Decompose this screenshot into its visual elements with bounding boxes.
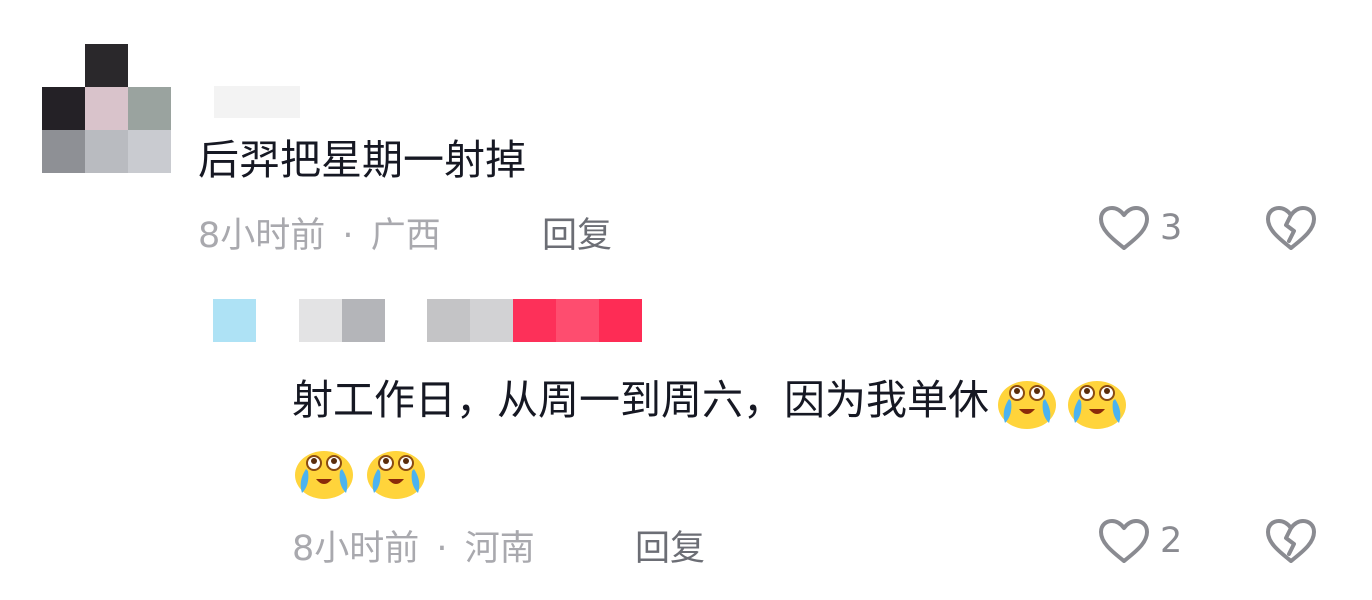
meta-separator: · — [436, 529, 448, 569]
like-count: 2 — [1160, 521, 1183, 561]
reply-avatar-blurred[interactable] — [213, 299, 256, 342]
dislike-button[interactable] — [1265, 205, 1317, 255]
like-count: 3 — [1160, 208, 1183, 248]
comment-meta: 8小时前 · 广西 — [198, 207, 441, 258]
comment-location: 广西 — [370, 216, 441, 256]
crying-laughing-emoji-icon — [1065, 371, 1129, 435]
reply-location: 河南 — [464, 529, 535, 569]
crying-laughing-emoji-icon — [292, 441, 356, 505]
reply-text-content: 射工作日，从周一到周六，因为我单休 — [292, 376, 989, 424]
comment-thread: 后羿把星期一射掉 8小时前 · 广西 回复 3 射工作日，从周一到周六，因为我单… — [0, 0, 1372, 600]
reply-emoji-line — [292, 434, 428, 506]
comment-text: 后羿把星期一射掉 — [198, 136, 526, 184]
reply-button[interactable]: 回复 — [542, 207, 612, 258]
reply-text: 射工作日，从周一到周六，因为我单休 — [292, 364, 1129, 436]
reply-time: 8小时前 — [292, 529, 420, 569]
broken-heart-icon — [1266, 206, 1316, 250]
reply-username-blurred[interactable] — [299, 299, 385, 342]
crying-laughing-emoji-icon — [364, 441, 428, 505]
heart-icon — [1099, 206, 1149, 250]
dislike-button[interactable] — [1265, 518, 1317, 568]
broken-heart-icon — [1266, 519, 1316, 563]
reply-button[interactable]: 回复 — [635, 520, 705, 571]
username-blurred[interactable] — [214, 86, 300, 118]
heart-icon — [1099, 519, 1149, 563]
meta-separator: · — [342, 216, 354, 256]
reply-target-blurred — [427, 299, 642, 342]
avatar[interactable] — [42, 44, 171, 173]
like-button[interactable]: 2 — [1098, 518, 1182, 564]
comment-time: 8小时前 — [198, 216, 326, 256]
reply-meta: 8小时前 · 河南 — [292, 520, 535, 571]
like-button[interactable]: 3 — [1098, 205, 1182, 251]
crying-laughing-emoji-icon — [995, 371, 1059, 435]
